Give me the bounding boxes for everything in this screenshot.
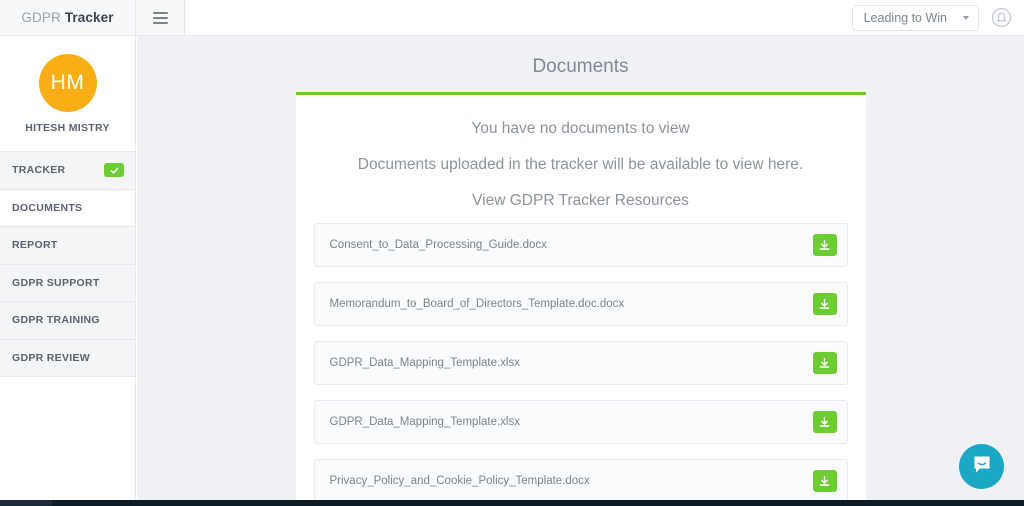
download-button[interactable]: [812, 411, 837, 433]
organisation-select-label: Leading to Win: [863, 10, 947, 25]
sidebar-item-label: GDPR TRAINING: [12, 314, 100, 327]
document-name: Memorandum_to_Board_of_Directors_Templat…: [329, 298, 625, 310]
top-bar: GDPR Tracker Leading to Win: [0, 0, 1024, 36]
download-icon: [819, 475, 830, 486]
sidebar-item-gdpr-review[interactable]: GDPR REVIEW: [0, 339, 135, 377]
sidebar-item-report[interactable]: REPORT: [0, 227, 135, 265]
document-name: GDPR_Data_Mapping_Template.xlsx: [329, 357, 520, 369]
chat-launcher-button[interactable]: [959, 444, 1004, 489]
empty-state-subtext: Documents uploaded in the tracker will b…: [357, 156, 804, 173]
account-circle-icon[interactable]: [991, 7, 1012, 28]
user-name: HITESH MISTRY: [25, 121, 110, 134]
sidebar-item-documents[interactable]: DOCUMENTS: [0, 189, 135, 227]
main-content: Documents You have no documents to view …: [137, 36, 1024, 506]
page-title: Documents: [532, 56, 629, 77]
sidebar-item-label: GDPR SUPPORT: [12, 276, 100, 289]
brand-logo[interactable]: GDPR Tracker: [0, 0, 136, 35]
checkmark-badge: [104, 163, 124, 178]
download-button[interactable]: [812, 470, 837, 492]
sidebar-item-gdpr-support[interactable]: GDPR SUPPORT: [0, 264, 135, 302]
menu-toggle-button[interactable]: [136, 0, 185, 35]
sidebar-item-tracker[interactable]: TRACKER: [0, 152, 135, 190]
organisation-select[interactable]: Leading to Win: [851, 4, 979, 31]
document-list: Consent_to_Data_Processing_Guide.docx Mem…: [313, 223, 848, 503]
chat-bubble-icon: [970, 452, 994, 481]
document-name: GDPR_Data_Mapping_Template.xlsx: [329, 416, 520, 428]
download-icon: [819, 357, 830, 368]
top-bar-spacer: [185, 0, 852, 35]
horizontal-scrollbar[interactable]: [0, 500, 1024, 506]
sidebar: HM HITESH MISTRY TRACKER DOCUMENTS REPORT G…: [0, 36, 136, 506]
download-button[interactable]: [812, 293, 837, 315]
empty-state-heading: You have no documents to view: [471, 120, 690, 137]
download-button[interactable]: [812, 352, 837, 374]
chevron-down-icon: [963, 15, 969, 20]
sidebar-item-label: GDPR REVIEW: [12, 351, 90, 364]
document-row[interactable]: Memorandum_to_Board_of_Directors_Templat…: [313, 282, 848, 326]
app-root: GDPR Tracker Leading to Win HM HITESH MI…: [0, 0, 1024, 506]
brand-bold-text: Tracker: [64, 10, 114, 25]
document-name: Privacy_Policy_and_Cookie_Policy_Templat…: [329, 475, 590, 487]
sidebar-item-label: TRACKER: [12, 164, 66, 177]
check-icon: [110, 167, 118, 174]
download-icon: [819, 416, 830, 427]
sidebar-item-label: REPORT: [12, 239, 58, 252]
hamburger-icon: [152, 11, 168, 24]
sidebar-item-gdpr-training[interactable]: GDPR TRAINING: [0, 302, 135, 340]
horizontal-scrollbar-thumb[interactable]: [0, 500, 52, 506]
download-button[interactable]: [812, 234, 837, 256]
documents-card: You have no documents to view Documents …: [295, 92, 866, 506]
avatar: HM: [38, 53, 97, 112]
document-row[interactable]: GDPR_Data_Mapping_Template.xlsx: [313, 341, 848, 385]
user-profile: HM HITESH MISTRY: [0, 36, 135, 152]
main-vertical-scrollbar[interactable]: [1019, 36, 1024, 506]
top-bar-actions: Leading to Win: [851, 0, 1024, 35]
document-name: Consent_to_Data_Processing_Guide.docx: [329, 239, 547, 251]
sidebar-item-label: DOCUMENTS: [12, 201, 83, 214]
download-icon: [819, 298, 830, 309]
resources-heading: View GDPR Tracker Resources: [472, 192, 689, 209]
document-row[interactable]: GDPR_Data_Mapping_Template.xlsx: [313, 400, 848, 444]
document-row[interactable]: Consent_to_Data_Processing_Guide.docx: [313, 223, 848, 267]
document-row[interactable]: Privacy_Policy_and_Cookie_Policy_Templat…: [313, 459, 848, 503]
brand-light-text: GDPR: [21, 10, 61, 25]
download-icon: [819, 239, 830, 250]
sidebar-nav: TRACKER DOCUMENTS REPORT GDPR SUPPORT GDPR T…: [0, 152, 135, 377]
